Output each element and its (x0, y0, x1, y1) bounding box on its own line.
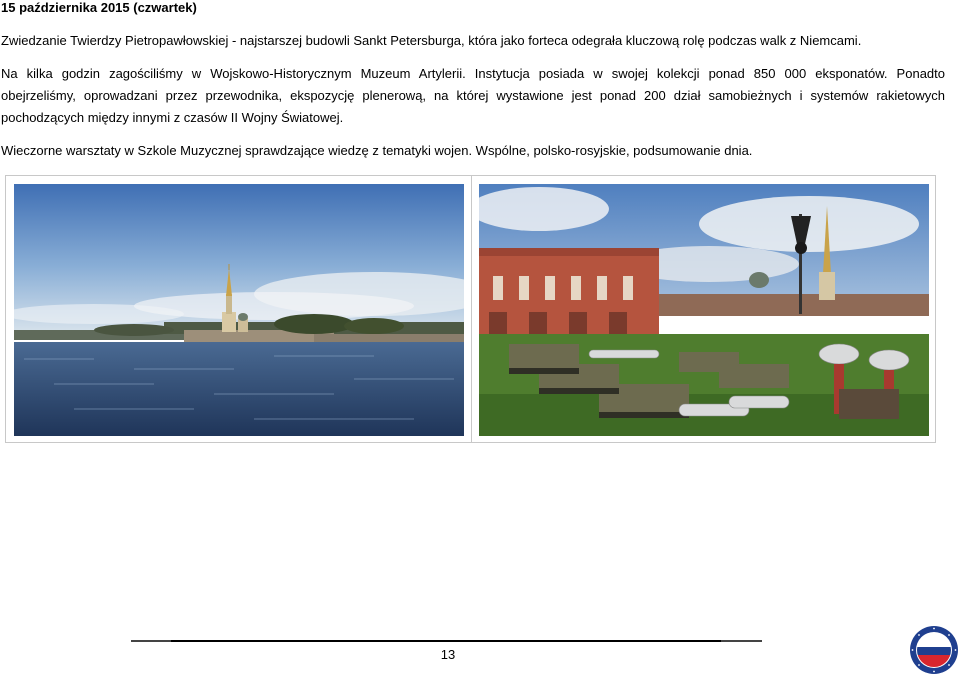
footer-rule-inner (171, 640, 721, 642)
photo-table (5, 175, 936, 443)
footer-rule (131, 640, 762, 642)
paragraph-museum-line-1: Na kilka godzin zagościliśmy w Wojskowo-… (1, 66, 945, 81)
project-logo (909, 625, 959, 675)
paragraph-museum-line-2: obejrzeliśmy, oprowadzani przez przewodn… (1, 88, 945, 103)
photo-fortress (14, 184, 464, 436)
project-logo-icon (910, 626, 958, 674)
date-heading: 15 października 2015 (czwartek) (1, 0, 197, 15)
paragraph-workshops: Wieczorne warsztaty w Szkole Muzycznej s… (1, 143, 753, 158)
table-divider (471, 176, 472, 442)
artillery-museum-image (479, 184, 929, 436)
paragraph-fortress: Zwiedzanie Twierdzy Pietropawłowskiej - … (1, 33, 862, 48)
photo-artillery-museum (479, 184, 929, 436)
paragraph-museum-line-3: pochodzących między innymi z czasów II W… (1, 110, 344, 125)
page-number: 13 (440, 647, 456, 662)
fortress-image (14, 184, 464, 436)
